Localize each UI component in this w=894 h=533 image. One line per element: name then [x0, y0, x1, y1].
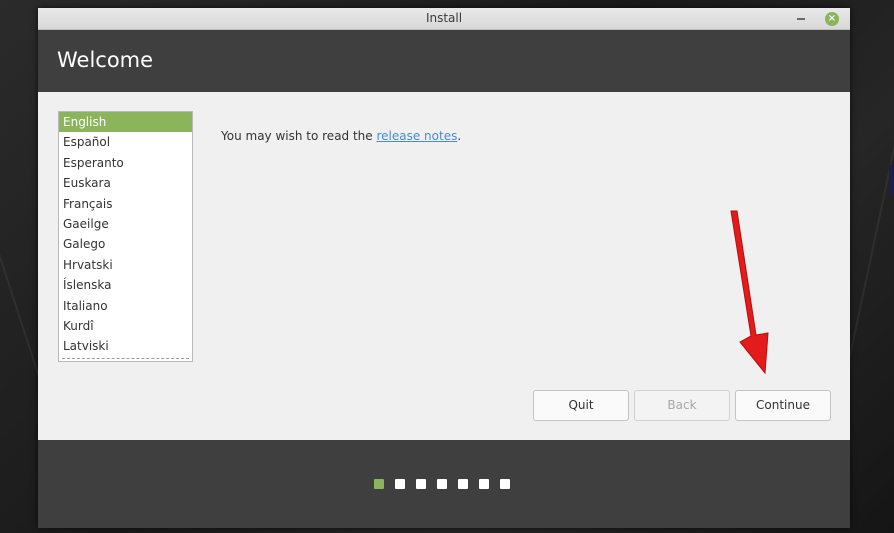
progress-dot — [458, 479, 468, 489]
quit-button[interactable]: Quit — [533, 390, 629, 421]
close-icon[interactable]: × — [825, 12, 839, 26]
progress-indicator — [374, 479, 510, 489]
progress-dot — [500, 479, 510, 489]
back-button[interactable]: Back — [634, 390, 730, 421]
language-item[interactable]: Euskara — [59, 173, 192, 193]
progress-dot — [479, 479, 489, 489]
language-item[interactable]: English — [59, 112, 192, 133]
minimize-icon[interactable] — [797, 18, 805, 20]
language-item[interactable]: Italiano — [59, 296, 192, 316]
list-divider — [62, 358, 189, 359]
language-item[interactable]: Hrvatski — [59, 255, 192, 275]
progress-dot — [416, 479, 426, 489]
language-item[interactable]: Français — [59, 194, 192, 214]
release-notes-suffix: . — [457, 129, 462, 143]
progress-dot — [395, 479, 405, 489]
window-title: Install — [425, 11, 463, 25]
title-bar[interactable]: Install × — [38, 8, 850, 30]
language-item[interactable]: Español — [59, 132, 192, 152]
language-item[interactable]: Kurdî — [59, 316, 192, 336]
language-item[interactable]: Esperanto — [59, 153, 192, 173]
release-notes-link[interactable]: release notes — [376, 129, 457, 143]
page-header: Welcome — [38, 30, 850, 92]
language-list[interactable]: English Español Esperanto Euskara Français Ga… — [58, 111, 193, 362]
page-title: Welcome — [57, 48, 154, 72]
language-item[interactable]: Gaeilge — [59, 214, 192, 234]
language-item[interactable]: Íslenska — [59, 275, 192, 295]
release-notes-text: You may wish to read the release notes. — [221, 129, 461, 143]
continue-button[interactable]: Continue — [735, 390, 831, 421]
desktop-decoration — [889, 165, 894, 195]
progress-footer — [38, 440, 850, 528]
progress-dot — [437, 479, 447, 489]
release-notes-prefix: You may wish to read the — [221, 129, 377, 143]
language-item[interactable]: Galego — [59, 234, 192, 254]
progress-dot — [374, 479, 384, 489]
red-arrow-icon — [730, 210, 769, 375]
language-item[interactable]: Latviski — [59, 336, 192, 356]
